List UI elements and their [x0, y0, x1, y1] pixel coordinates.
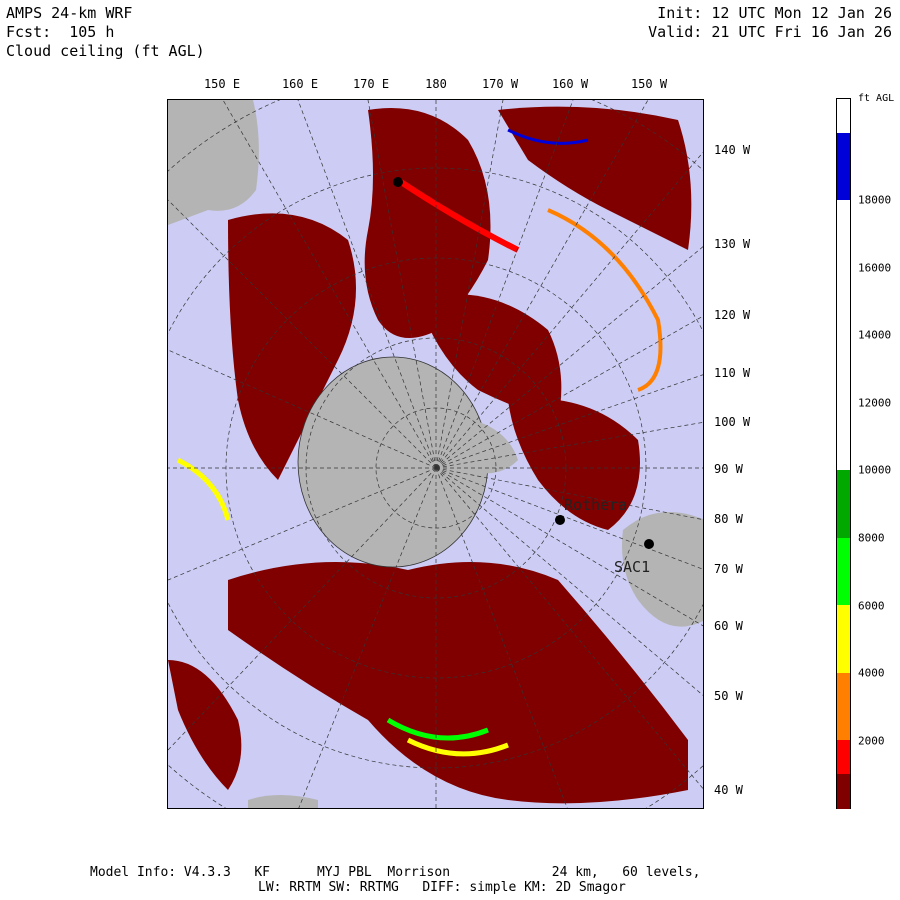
colorbar-tick-10000: 10000 [858, 463, 892, 477]
model-name: AMPS 24-km WRF [6, 4, 133, 22]
colorbar-segment [837, 436, 850, 472]
lon-label-60w: 60 W [714, 619, 743, 633]
colorbar-tick-12000: 12000 [858, 396, 892, 410]
colorbar-segment [837, 740, 850, 776]
lon-label-150e: 150 E [203, 77, 241, 91]
land-antarctica [297, 356, 489, 568]
colorbar-segment [837, 166, 850, 202]
lon-label-140w: 140 W [714, 143, 751, 157]
colorbar-segment [837, 335, 850, 371]
lon-label-70w: 70 W [714, 562, 743, 576]
lon-label-170e: 170 E [352, 77, 390, 91]
header-right: Init: 12 UTC Mon 12 Jan 26 Valid: 21 UTC … [648, 4, 892, 42]
colorbar-segment [837, 132, 850, 168]
station-marker-rothera [555, 515, 565, 525]
colorbar-tick-2000: 2000 [858, 734, 885, 748]
colorbar-tick-4000: 4000 [858, 666, 885, 680]
colorbar-unit: ft AGL [858, 93, 895, 104]
lon-label-80w: 80 W [714, 512, 743, 526]
cloud-ceiling-map [168, 100, 703, 808]
colorbar-segment [837, 639, 850, 675]
station-marker-sac1 [644, 539, 654, 549]
colorbar-segment [837, 234, 850, 270]
colorbar-segment [837, 267, 850, 303]
station-label-sac1: SAC1 [614, 558, 651, 576]
colorbar-segment [837, 99, 850, 135]
lon-label-120w: 120 W [714, 308, 751, 322]
colorbar-tick-16000: 16000 [858, 261, 892, 275]
colorbar-tick-18000: 18000 [858, 193, 892, 207]
station-label-rothera: Rothera [564, 496, 628, 514]
colorbar-segment [837, 605, 850, 641]
field-name: Cloud ceiling (ft AGL) [6, 42, 205, 60]
lon-label-160e: 160 E [281, 77, 319, 91]
colorbar-tick-14000: 14000 [858, 328, 892, 342]
lon-label-40w: 40 W [714, 783, 743, 797]
map-panel [167, 99, 704, 809]
colorbar-segment [837, 571, 850, 607]
lon-label-130w: 130 W [714, 237, 751, 251]
colorbar-segment [837, 774, 850, 810]
init-time: Init: 12 UTC Mon 12 Jan 26 [657, 4, 892, 22]
lon-label-90w: 90 W [714, 462, 743, 476]
lon-label-180: 180 [425, 77, 447, 91]
colorbar-tick-8000: 8000 [858, 531, 885, 545]
lon-label-170w: 170 W [481, 77, 519, 91]
footer-model-info: Model Info: V4.3.3 KF MYJ PBL Morrison 2… [90, 865, 701, 880]
lon-label-110w: 110 W [714, 366, 751, 380]
colorbar-segment [837, 706, 850, 742]
header-left: AMPS 24-km WRF Fcst: 105 h Cloud ceiling (… [6, 4, 205, 61]
valid-time: Valid: 21 UTC Fri 16 Jan 26 [648, 23, 892, 41]
footer-physics-info: LW: RRTM SW: RRTMG DIFF: simple KM: 2D S… [258, 880, 626, 895]
colorbar-tick-6000: 6000 [858, 599, 885, 613]
lon-label-50w: 50 W [714, 689, 743, 703]
lon-label-100w: 100 W [714, 415, 751, 429]
lon-label-150w: 150 W [630, 77, 668, 91]
colorbar [836, 98, 851, 810]
colorbar-segment [837, 369, 850, 405]
colorbar-segment [837, 301, 850, 337]
lon-label-160w: 160 W [551, 77, 589, 91]
colorbar-segment [837, 537, 850, 574]
colorbar-segment [837, 504, 850, 540]
colorbar-segment [837, 200, 850, 236]
colorbar-segment [837, 470, 850, 506]
colorbar-segment [837, 672, 850, 709]
station-marker-mcmurdo [393, 177, 403, 187]
forecast-hour: Fcst: 105 h [6, 23, 115, 41]
colorbar-segment [837, 402, 850, 439]
